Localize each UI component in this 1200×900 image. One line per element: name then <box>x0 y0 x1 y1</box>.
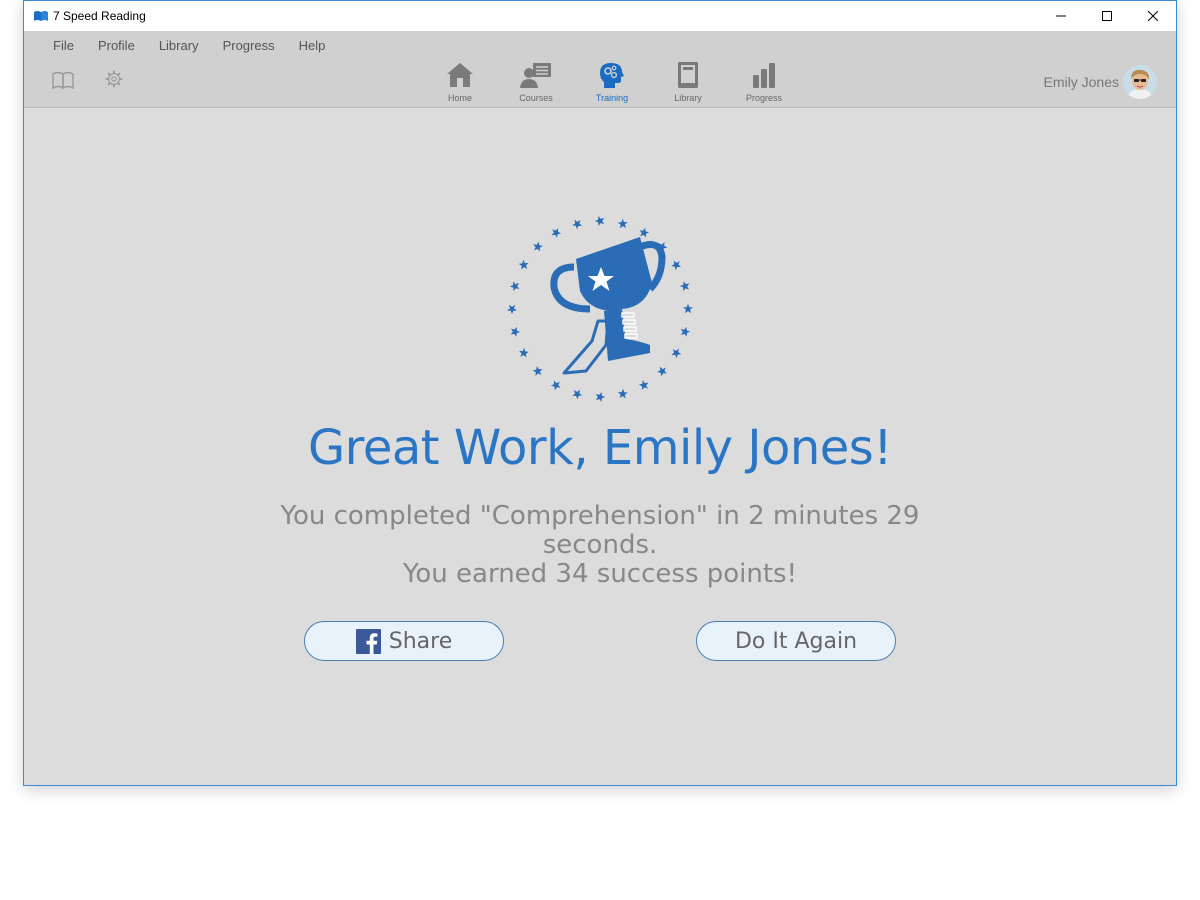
user-name[interactable]: Emily Jones <box>1044 74 1119 90</box>
ring-star-icon <box>509 281 520 292</box>
share-button-label: Share <box>388 628 453 654</box>
app-window: 7 Speed Reading File Profile Library Pro… <box>23 0 1177 786</box>
ring-star-icon <box>617 388 628 399</box>
ring-star-icon <box>507 304 517 315</box>
menu-help[interactable]: Help <box>287 31 338 61</box>
nav-training[interactable]: Training <box>574 59 650 107</box>
do-it-again-button[interactable]: Do It Again <box>696 621 896 661</box>
completion-line: You completed "Comprehension" in 2 minut… <box>280 501 920 560</box>
ring-star-icon <box>510 326 521 337</box>
nav-progress[interactable]: Progress <box>726 59 802 107</box>
progress-icon <box>753 63 775 88</box>
points-line: You earned 34 success points! <box>402 559 798 589</box>
ring-star-icon <box>594 216 605 226</box>
completion-message: You completed "Comprehension" in 2 minut… <box>274 502 926 589</box>
avatar-portrait-icon <box>1123 65 1157 99</box>
minimize-icon <box>1056 15 1066 17</box>
settings-gear-icon[interactable] <box>102 69 126 89</box>
app-header: File Profile Library Progress Help Home … <box>24 31 1176 108</box>
ring-star-icon <box>551 228 562 238</box>
ring-star-icon <box>518 259 529 270</box>
ring-star-icon <box>617 218 628 229</box>
training-icon <box>600 63 624 88</box>
congrats-headline: Great Work, Emily Jones! <box>307 420 893 476</box>
ring-star-icon <box>679 281 690 292</box>
nav-training-label: Training <box>595 93 629 103</box>
ring-star-icon <box>638 380 649 390</box>
ring-star-icon <box>572 219 583 230</box>
nav-library[interactable]: Library <box>650 59 726 107</box>
facebook-icon <box>355 628 381 654</box>
menu-progress[interactable]: Progress <box>211 31 287 61</box>
close-icon <box>1148 11 1158 21</box>
window-title: 7 Speed Reading <box>53 9 146 23</box>
do-it-again-label: Do It Again <box>734 628 858 654</box>
close-button[interactable] <box>1130 1 1176 31</box>
menu-file[interactable]: File <box>24 31 86 61</box>
nav-home-label: Home <box>447 93 472 103</box>
ring-star-icon <box>532 366 543 376</box>
ring-star-icon <box>595 392 606 402</box>
trophy-icon <box>507 216 693 402</box>
home-icon <box>447 63 473 87</box>
results-panel: Great Work, Emily Jones! You completed "… <box>24 108 1176 785</box>
courses-icon <box>520 63 551 88</box>
nav-library-label: Library <box>674 93 702 103</box>
maximize-button[interactable] <box>1084 1 1130 31</box>
minimize-button[interactable] <box>1038 1 1084 31</box>
menu-library[interactable]: Library <box>147 31 211 61</box>
share-button[interactable]: Share <box>304 621 504 661</box>
ring-star-icon <box>671 260 681 271</box>
title-bar: 7 Speed Reading <box>24 1 1176 31</box>
open-book-icon[interactable] <box>51 70 75 90</box>
ring-star-icon <box>671 348 682 359</box>
menu-bar: File Profile Library Progress Help <box>24 31 337 61</box>
ring-star-icon <box>519 347 529 358</box>
nav-progress-label: Progress <box>745 93 782 103</box>
ring-star-icon <box>683 303 693 314</box>
maximize-icon <box>1102 11 1112 21</box>
user-avatar[interactable] <box>1123 65 1157 99</box>
main-nav: Home Courses Training Library Progress <box>422 59 802 107</box>
ring-star-icon <box>550 380 561 391</box>
menu-profile[interactable]: Profile <box>86 31 147 61</box>
ring-star-icon <box>680 326 691 337</box>
ring-star-icon <box>572 389 583 400</box>
ring-star-icon <box>639 227 650 238</box>
nav-courses-label: Courses <box>519 93 553 103</box>
nav-courses[interactable]: Courses <box>498 59 574 107</box>
library-icon <box>678 62 698 88</box>
trophy-cup <box>550 237 666 375</box>
app-book-icon <box>34 11 48 21</box>
ring-star-icon <box>533 241 543 252</box>
ring-star-icon <box>657 366 667 377</box>
nav-home[interactable]: Home <box>422 59 498 107</box>
